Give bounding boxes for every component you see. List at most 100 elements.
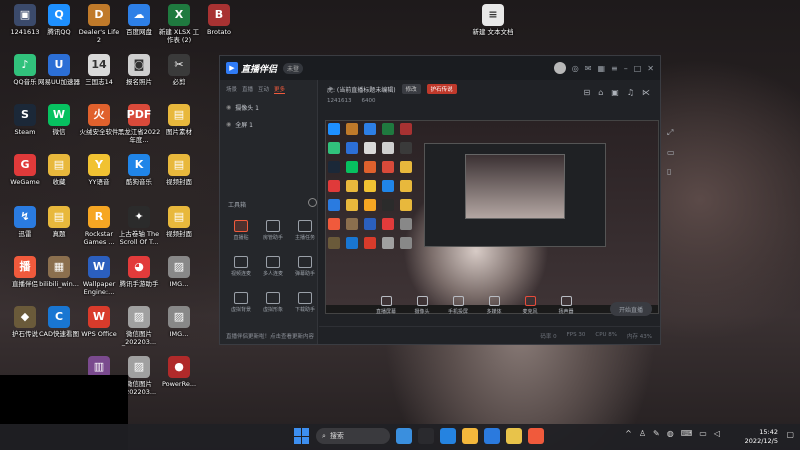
category-pill[interactable]: 护石传说 [426, 84, 457, 94]
taskbar-app-icon[interactable] [396, 428, 412, 444]
action-button[interactable]: 手机投屏 [445, 295, 471, 315]
desktop-app-icon: 播 [14, 256, 36, 278]
scene-item[interactable]: ◉ 摄像头 1 [220, 99, 317, 116]
stream-preview[interactable] [325, 120, 659, 314]
headset-icon[interactable]: ◎ [572, 64, 579, 73]
desktop-app-icon: ● [168, 356, 190, 378]
desktop-icon[interactable]: ✂ 必剪 [156, 54, 202, 86]
action-button[interactable]: 摄像头 [409, 295, 435, 315]
mail-icon[interactable]: ✉ [585, 64, 592, 73]
tool-item[interactable]: 视频连麦 [226, 256, 256, 277]
volume-icon[interactable]: ◁ [714, 429, 720, 438]
tool-item[interactable]: 房管助手 [258, 220, 288, 241]
tools-title: 工具箱 [228, 202, 247, 209]
portrait-icon[interactable]: ▯ [667, 167, 675, 176]
start-live-button[interactable]: 开始直播 [610, 302, 652, 316]
desktop-icon[interactable]: ▤ 视频封面 [156, 206, 202, 238]
clock[interactable]: 15:42 2022/12/5 [745, 428, 778, 446]
bell-icon[interactable]: ♫ [627, 88, 634, 97]
share-icon[interactable]: ⋉ [642, 88, 650, 97]
taskbar-app-icon[interactable] [462, 428, 478, 444]
tool-item[interactable]: 虚拟形象 [258, 292, 288, 313]
sidebar-tab[interactable]: 互动 [258, 85, 269, 94]
stream-title[interactable]: 虎: (当前直播标题未编辑) [327, 85, 396, 94]
desktop-app-icon: ▤ [168, 206, 190, 228]
lock-icon[interactable]: ⌂ [598, 88, 603, 97]
scene-item[interactable]: ◉ 全屏 1 [220, 116, 317, 133]
taskbar-search[interactable]: ⌕ 搜索 [316, 428, 390, 444]
desktop-app-icon: ✦ [128, 206, 150, 228]
desktop-icon[interactable]: ≡ 新建 文本文档 [470, 4, 516, 36]
desktop-icon[interactable]: ▨ IMG... [156, 306, 202, 338]
desktop-icon[interactable]: ▤ 图片素材 [156, 104, 202, 136]
close-icon[interactable]: ✕ [647, 64, 654, 73]
desktop-app-icon: ◕ [128, 256, 150, 278]
action-button[interactable]: 直播屏幕 [373, 295, 399, 315]
desktop-app-icon: ▤ [168, 154, 190, 176]
layout-icon[interactable]: ⊟ [583, 88, 590, 97]
eye-icon[interactable]: ◉ [226, 121, 231, 128]
login-badge[interactable]: 未登 [283, 62, 304, 74]
tool-item[interactable]: 直播贴 [226, 220, 256, 241]
sidebar-tabs: 场景 直播 互动 更多 [220, 80, 317, 99]
taskbar-app-icon[interactable] [418, 428, 434, 444]
desktop-icon[interactable]: ▨ IMG... [156, 256, 202, 288]
tools-settings-icon[interactable] [308, 198, 317, 207]
tool-item[interactable]: 多人连麦 [258, 256, 288, 277]
mic-icon[interactable]: ♙ [639, 429, 646, 438]
fullscreen-icon[interactable]: ⤢ [667, 128, 675, 138]
action-button[interactable]: 麦克风 [517, 295, 543, 315]
sidebar-tab[interactable]: 场景 [226, 85, 237, 94]
antivirus-icon[interactable]: ◍ [667, 429, 674, 438]
sidebar-tab[interactable]: 直播 [242, 85, 253, 94]
keyboard-icon[interactable]: ⌨ [681, 429, 693, 438]
desktop-app-icon: ▨ [168, 306, 190, 328]
network-icon[interactable]: ▭ [699, 429, 707, 438]
taskbar-apps [396, 428, 544, 444]
save-icon[interactable]: ▣ [611, 88, 619, 97]
desktop-app-icon: ▤ [168, 104, 190, 126]
landscape-icon[interactable]: ▭ [667, 148, 675, 157]
start-windows-icon[interactable] [294, 428, 310, 444]
action-button[interactable]: 扬声器 [553, 295, 579, 315]
tool-icon [266, 220, 280, 232]
taskbar-app-icon[interactable] [484, 428, 500, 444]
desktop-app-icon: 14 [88, 54, 110, 76]
preview-mini-icon [400, 142, 412, 154]
eye-icon[interactable]: ◉ [226, 104, 231, 111]
hot-value: 6400 [361, 98, 376, 104]
minimize-icon[interactable]: – [624, 64, 628, 73]
tool-item[interactable]: 下载助手 [290, 292, 320, 313]
tool-item[interactable]: 虚拟背景 [226, 292, 256, 313]
menu-icon[interactable]: ≡ [611, 64, 618, 73]
app-name: 直播伴侣 [241, 64, 278, 75]
grid-icon[interactable]: ▦ [597, 64, 605, 73]
taskbar-app-icon[interactable] [440, 428, 456, 444]
desktop-app-icon: W [88, 256, 110, 278]
edit-button[interactable]: 修改 [401, 84, 421, 94]
tool-label: 主播任务 [294, 235, 315, 241]
pen-icon[interactable]: ✎ [653, 429, 660, 438]
notification-icon[interactable]: ▢ [786, 430, 794, 439]
action-button[interactable]: 多媒体 [481, 295, 507, 315]
taskbar-center: ⌕ 搜索 [294, 428, 544, 444]
sidebar-tab[interactable]: 更多 [274, 85, 286, 94]
taskbar-app-icon[interactable] [506, 428, 522, 444]
tool-icon [298, 220, 312, 232]
tool-label: 虚拟形象 [262, 307, 283, 313]
taskbar-app-icon[interactable] [528, 428, 544, 444]
clock-date: 2022/12/5 [744, 437, 778, 445]
tool-item[interactable]: 弹幕助手 [290, 256, 320, 277]
chevron-up-icon[interactable]: ^ [625, 429, 632, 438]
app-titlebar[interactable]: ▶ 直播伴侣 未登 ◎ ✉ ▦ ≡ – □ ✕ [220, 56, 660, 80]
tool-item[interactable]: 主播任务 [290, 220, 320, 241]
maximize-icon[interactable]: □ [634, 64, 642, 73]
preview-side-icons: ⤢ ▭ ▯ [667, 128, 675, 176]
update-notice[interactable]: 直播伴侣更新啦！点击查看更新内容 [226, 332, 314, 340]
preview-mini-icon [346, 237, 358, 249]
desktop-icon[interactable]: ▤ 视频封面 [156, 154, 202, 186]
desktop-app-icon: ◆ [14, 306, 36, 328]
user-avatar[interactable] [553, 62, 566, 74]
desktop-icon[interactable]: B Brotato [196, 4, 242, 36]
desktop-icon[interactable]: ● PowerRe... [156, 356, 202, 388]
